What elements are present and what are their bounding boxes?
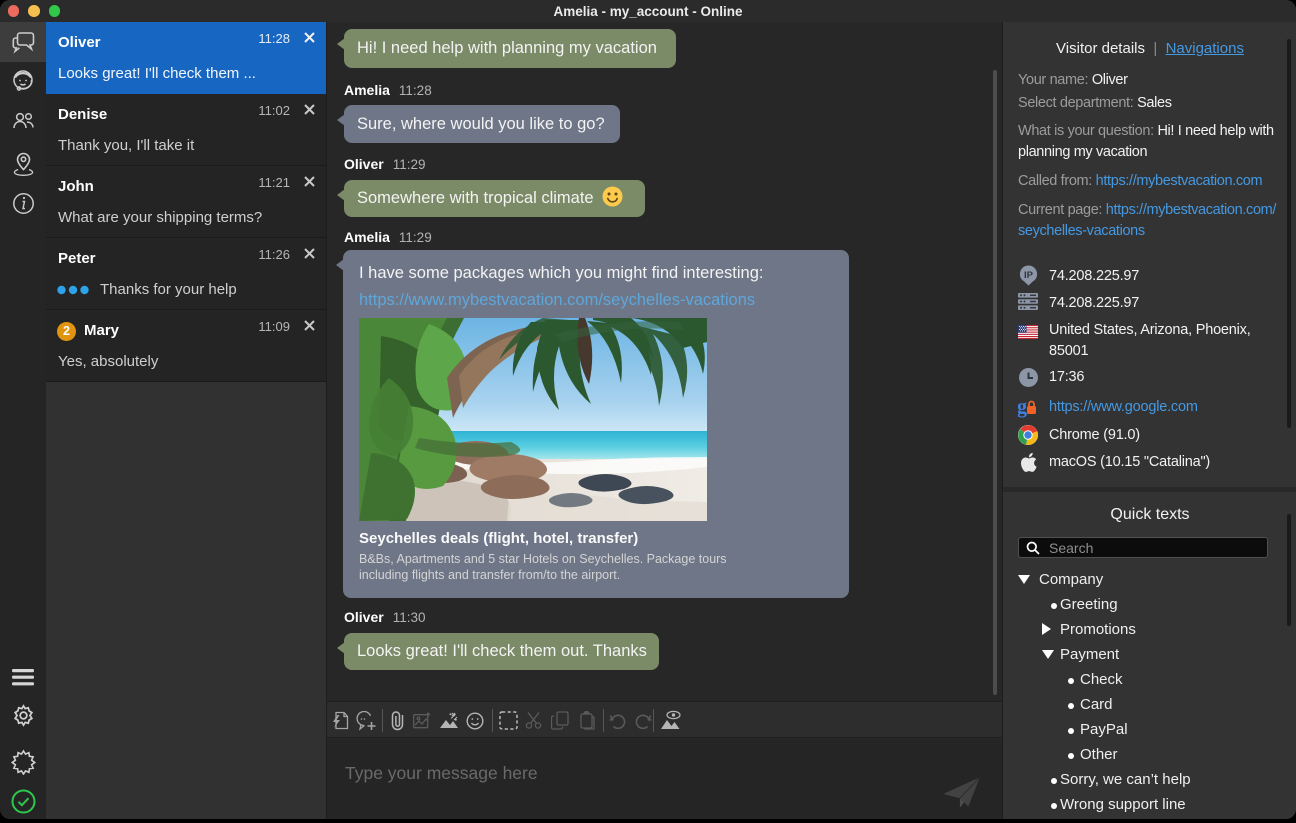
svg-text:g: g: [1018, 396, 1027, 418]
svg-text:IP: IP: [1024, 270, 1034, 281]
